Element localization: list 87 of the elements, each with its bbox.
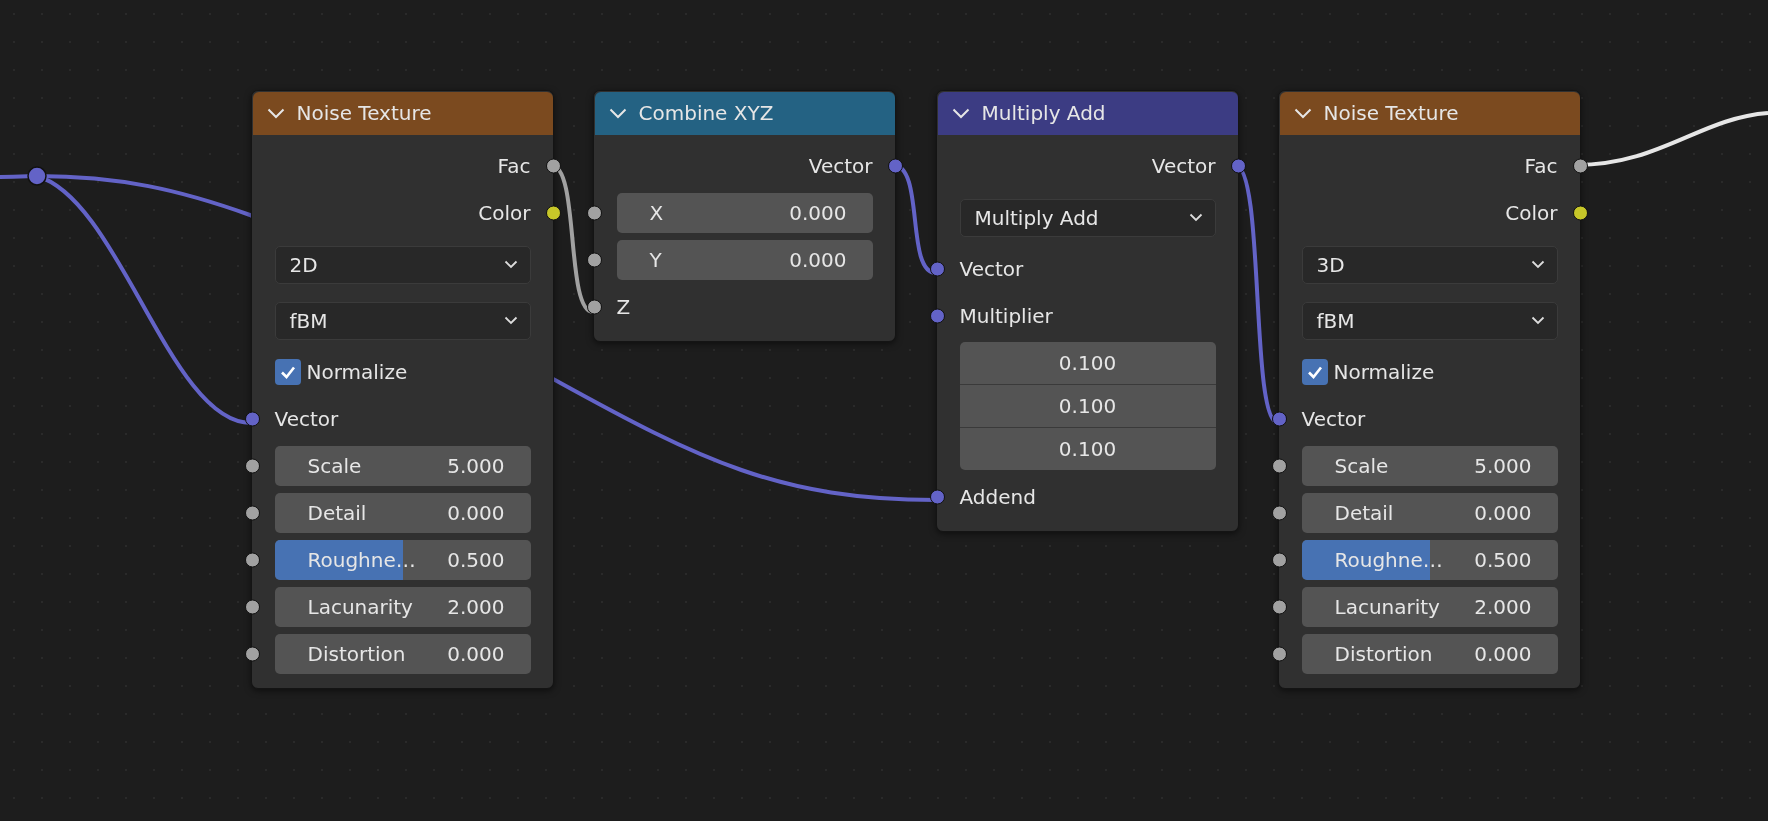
- number-field[interactable]: X 0.000: [616, 193, 873, 233]
- socket-dot[interactable]: [1271, 552, 1287, 568]
- number-field[interactable]: 0.100: [959, 341, 1216, 385]
- socket-label: Vector: [1151, 154, 1216, 178]
- socket-label: Multiplier: [959, 304, 1053, 328]
- number-field[interactable]: 0.100: [959, 427, 1216, 470]
- socket-label: Vector: [1301, 407, 1366, 431]
- node-header[interactable]: Multiply Add: [937, 91, 1238, 135]
- socket-dot[interactable]: [1271, 505, 1287, 521]
- node-header[interactable]: Combine XYZ: [594, 91, 895, 135]
- field-label: Scale: [1334, 454, 1389, 478]
- chevron-icon: [1188, 213, 1203, 222]
- field-value: 0.500: [447, 548, 505, 572]
- socket-label: Addend: [959, 485, 1036, 509]
- socket-dot[interactable]: [1271, 599, 1287, 615]
- node-header[interactable]: Noise Texture: [1279, 91, 1580, 135]
- dropdown[interactable]: fBM: [1301, 301, 1558, 340]
- number-field[interactable]: Detail 0.000: [1301, 493, 1558, 533]
- checkbox[interactable]: [274, 359, 301, 385]
- field-label: Detail: [1334, 501, 1394, 525]
- field-label: Y: [649, 248, 662, 272]
- chevron-icon[interactable]: [1293, 107, 1312, 119]
- chevron-icon: [1530, 260, 1545, 269]
- socket-dot[interactable]: [244, 599, 260, 615]
- field-label: Distortion: [1334, 642, 1433, 666]
- node-header[interactable]: Noise Texture: [252, 91, 553, 135]
- number-field[interactable]: Scale 5.000: [1301, 446, 1558, 486]
- number-field[interactable]: Lacunarity 2.000: [274, 587, 531, 627]
- socket-label: Fac: [1524, 154, 1558, 178]
- socket-label: Z: [616, 295, 631, 319]
- field-label: Scale: [307, 454, 362, 478]
- socket-dot[interactable]: [244, 646, 260, 662]
- node-title: Combine XYZ: [638, 101, 774, 125]
- number-field[interactable]: Distortion 0.000: [1301, 634, 1558, 674]
- field-label: Lacunarity: [307, 595, 413, 619]
- socket-dot[interactable]: [1271, 458, 1287, 474]
- field-value: 0.000: [789, 248, 847, 272]
- field-value: 0.000: [447, 501, 505, 525]
- checkbox[interactable]: [1301, 359, 1328, 385]
- number-field[interactable]: Scale 5.000: [274, 446, 531, 486]
- number-field[interactable]: 0.100: [959, 384, 1216, 428]
- field-value: 0.000: [447, 642, 505, 666]
- socket-label: Fac: [497, 154, 531, 178]
- dropdown[interactable]: Multiply Add: [959, 198, 1216, 237]
- field-value: 0.500: [1474, 548, 1532, 572]
- field-value: 0.000: [789, 201, 847, 225]
- field-value: 0.000: [1474, 642, 1532, 666]
- socket-dot[interactable]: [586, 252, 602, 268]
- field-label: Detail: [307, 501, 367, 525]
- dropdown[interactable]: 3D: [1301, 245, 1558, 284]
- dropdown[interactable]: fBM: [274, 301, 531, 340]
- chevron-icon: [503, 316, 518, 325]
- socket-dot[interactable]: [929, 308, 945, 324]
- chevron-icon[interactable]: [951, 107, 970, 119]
- dropdown[interactable]: 2D: [274, 245, 531, 284]
- number-field[interactable]: Distortion 0.000: [274, 634, 531, 674]
- socket-dot[interactable]: [244, 505, 260, 521]
- socket-dot[interactable]: [244, 552, 260, 568]
- field-label: Distortion: [307, 642, 406, 666]
- node-title: Noise Texture: [296, 101, 432, 125]
- field-value: 5.000: [447, 454, 505, 478]
- number-field[interactable]: Y 0.000: [616, 240, 873, 280]
- socket-dot[interactable]: [586, 205, 602, 221]
- socket-dot[interactable]: [244, 458, 260, 474]
- chevron-icon: [1530, 316, 1545, 325]
- field-label: X: [649, 201, 664, 225]
- socket-label: Color: [478, 201, 531, 225]
- node-title: Noise Texture: [1323, 101, 1459, 125]
- field-value: 5.000: [1474, 454, 1532, 478]
- field-value: 0.000: [1474, 501, 1532, 525]
- field-label: Lacunarity: [1334, 595, 1440, 619]
- socket-label: Vector: [274, 407, 339, 431]
- socket-label: Color: [1505, 201, 1558, 225]
- number-field[interactable]: Detail 0.000: [274, 493, 531, 533]
- socket-dot[interactable]: [1271, 646, 1287, 662]
- chevron-icon[interactable]: [608, 107, 627, 119]
- node-title: Multiply Add: [981, 101, 1106, 125]
- reroute-dot[interactable]: [27, 166, 47, 186]
- field-value: 2.000: [1474, 595, 1532, 619]
- socket-label: Vector: [808, 154, 873, 178]
- checkbox-label: Normalize: [1333, 360, 1435, 384]
- field-value: 2.000: [447, 595, 505, 619]
- checkbox-label: Normalize: [306, 360, 408, 384]
- socket-label: Vector: [959, 257, 1024, 281]
- number-field[interactable]: Lacunarity 2.000: [1301, 587, 1558, 627]
- chevron-icon[interactable]: [266, 107, 285, 119]
- chevron-icon: [503, 260, 518, 269]
